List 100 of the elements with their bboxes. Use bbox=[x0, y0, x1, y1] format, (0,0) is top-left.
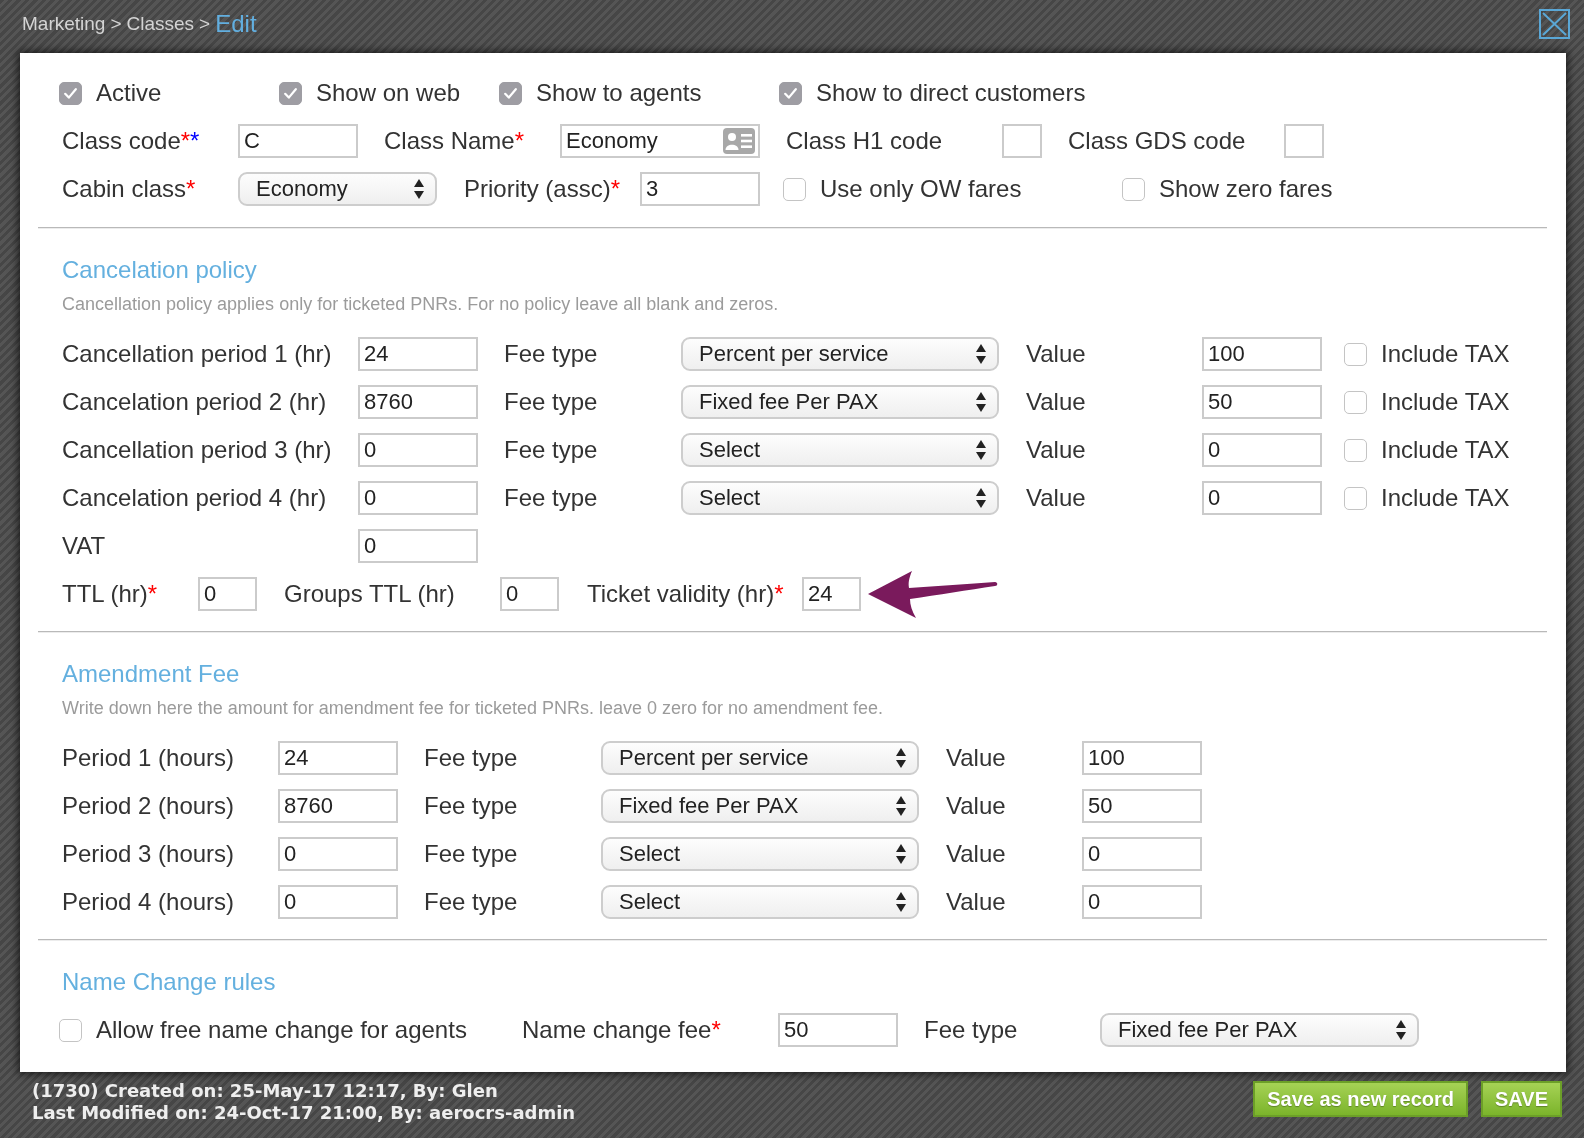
section-heading: Amendment Fee bbox=[62, 659, 240, 689]
checkbox[interactable] bbox=[783, 177, 806, 201]
text-field[interactable]: 100 bbox=[1202, 337, 1322, 371]
field-label: Value bbox=[1026, 388, 1087, 416]
checkbox[interactable] bbox=[1344, 390, 1367, 414]
text-field[interactable]: 0 bbox=[198, 577, 257, 611]
checkbox-label: Show zero fares bbox=[1159, 175, 1333, 203]
field-label: Value bbox=[1026, 484, 1087, 512]
updown-arrows-icon bbox=[1396, 1020, 1406, 1040]
field-label: Cancelation period 4 (hr) bbox=[62, 484, 328, 512]
checkbox-label: Show to direct customers bbox=[816, 79, 1086, 107]
dropdown-select[interactable]: Select bbox=[601, 837, 919, 871]
checkbox-label: Include TAX bbox=[1381, 388, 1510, 416]
dropdown-select[interactable]: Fixed fee Per PAX bbox=[601, 789, 919, 823]
text-field[interactable]: 0 bbox=[358, 481, 478, 515]
dropdown-select[interactable]: Fixed fee Per PAX bbox=[681, 385, 999, 419]
field-label: Fee type bbox=[424, 840, 519, 868]
checkbox[interactable] bbox=[1344, 342, 1367, 366]
dropdown-select[interactable]: Percent per service bbox=[601, 741, 919, 775]
text-field[interactable]: 24 bbox=[278, 741, 398, 775]
section-note: Cancellation policy applies only for ticketed PNRs. For no policy leave all blank and zeros. bbox=[62, 293, 779, 316]
text-field[interactable] bbox=[1002, 124, 1042, 158]
dropdown-select[interactable]: Economy bbox=[238, 172, 437, 206]
field-label: Value bbox=[946, 792, 1007, 820]
field-label: Fee type bbox=[504, 340, 599, 368]
checkbox[interactable] bbox=[499, 81, 522, 105]
text-field[interactable]: 0 bbox=[1202, 481, 1322, 515]
dropdown-select[interactable]: Fixed fee Per PAX bbox=[1100, 1013, 1419, 1047]
record-info-text: Last Modified on: 24-Oct-17 21:00, By: aerocrs-admin bbox=[32, 1102, 576, 1124]
checkbox[interactable] bbox=[1122, 177, 1145, 201]
updown-arrows-icon bbox=[976, 440, 986, 460]
field-label: Value bbox=[1026, 436, 1087, 464]
contact-card-icon bbox=[723, 128, 755, 154]
text-field[interactable]: 0 bbox=[358, 529, 478, 563]
breadcrumb-link[interactable]: Classes bbox=[126, 13, 195, 35]
field-label: Fee type bbox=[504, 484, 599, 512]
text-field[interactable]: 50 bbox=[778, 1013, 898, 1047]
text-field[interactable]: 0 bbox=[278, 885, 398, 919]
field-label: Fee type bbox=[504, 388, 599, 416]
required-asterisk: * bbox=[147, 580, 158, 607]
field-label: Value bbox=[946, 840, 1007, 868]
checkbox[interactable] bbox=[1344, 438, 1367, 462]
checkbox[interactable] bbox=[59, 81, 82, 105]
field-label: Priority (assc) bbox=[464, 175, 611, 202]
text-field[interactable]: 50 bbox=[1082, 789, 1202, 823]
text-field[interactable]: 0 bbox=[500, 577, 559, 611]
updown-arrows-icon bbox=[896, 844, 906, 864]
required-asterisk: * bbox=[711, 1016, 721, 1043]
text-field[interactable]: C bbox=[238, 124, 358, 158]
dropdown-select[interactable]: Select bbox=[681, 433, 999, 467]
text-field[interactable] bbox=[1284, 124, 1324, 158]
field-label: VAT bbox=[62, 532, 107, 560]
text-field[interactable]: 24 bbox=[358, 337, 478, 371]
field-label: Value bbox=[946, 888, 1007, 916]
checkbox[interactable] bbox=[279, 81, 302, 105]
updown-arrows-icon bbox=[976, 488, 986, 508]
checkbox-label: Include TAX bbox=[1381, 436, 1510, 464]
updown-arrows-icon bbox=[896, 892, 906, 912]
checkbox-label: Use only OW fares bbox=[820, 175, 1022, 203]
required-asterisk: * bbox=[186, 175, 196, 202]
checkbox[interactable] bbox=[1344, 486, 1367, 510]
checkbox[interactable] bbox=[59, 1018, 82, 1042]
text-field[interactable]: 24 bbox=[802, 577, 861, 611]
field-label: Period 3 (hours) bbox=[62, 840, 236, 868]
text-field[interactable]: Economy bbox=[560, 124, 760, 158]
breadcrumb-link[interactable]: Marketing bbox=[22, 13, 106, 35]
section-heading: Name Change rules bbox=[62, 967, 276, 997]
field-label: Period 1 (hours) bbox=[62, 744, 236, 772]
field-label: Class H1 code bbox=[786, 127, 943, 154]
field-label: Fee type bbox=[924, 1016, 1019, 1044]
checkbox-label: Show on web bbox=[316, 79, 461, 107]
checkbox[interactable] bbox=[779, 81, 802, 105]
field-label: Cabin class bbox=[62, 175, 187, 202]
field-label: Name change fee bbox=[522, 1016, 712, 1043]
close-icon[interactable] bbox=[1539, 9, 1570, 39]
updown-arrows-icon bbox=[976, 344, 986, 364]
checkbox-label: Include TAX bbox=[1381, 340, 1510, 368]
text-field[interactable]: 0 bbox=[358, 433, 478, 467]
updown-arrows-icon bbox=[976, 392, 986, 412]
text-field[interactable]: 8760 bbox=[358, 385, 478, 419]
text-field[interactable]: 0 bbox=[1082, 837, 1202, 871]
text-field[interactable]: 0 bbox=[1202, 433, 1322, 467]
required-asterisk: * bbox=[774, 580, 784, 607]
text-field[interactable]: 0 bbox=[278, 837, 398, 871]
field-label: Groups TTL (hr) bbox=[284, 580, 455, 607]
field-label: Fee type bbox=[424, 744, 519, 772]
field-label: Period 2 (hours) bbox=[62, 792, 236, 820]
text-field[interactable]: 3 bbox=[640, 172, 760, 206]
dropdown-select[interactable]: Select bbox=[601, 885, 919, 919]
text-field[interactable]: 50 bbox=[1202, 385, 1322, 419]
dropdown-select[interactable]: Select bbox=[681, 481, 999, 515]
text-field[interactable]: 0 bbox=[1082, 885, 1202, 919]
field-label: Ticket validity (hr) bbox=[587, 580, 775, 607]
checkbox-label: Active bbox=[96, 79, 162, 107]
field-label: Cancellation period 1 (hr) bbox=[62, 340, 333, 368]
breadcrumb-separator: > bbox=[199, 13, 211, 35]
text-field[interactable]: 100 bbox=[1082, 741, 1202, 775]
dropdown-select[interactable]: Percent per service bbox=[681, 337, 999, 371]
text-field[interactable]: 8760 bbox=[278, 789, 398, 823]
field-label: TTL (hr) bbox=[62, 580, 148, 607]
